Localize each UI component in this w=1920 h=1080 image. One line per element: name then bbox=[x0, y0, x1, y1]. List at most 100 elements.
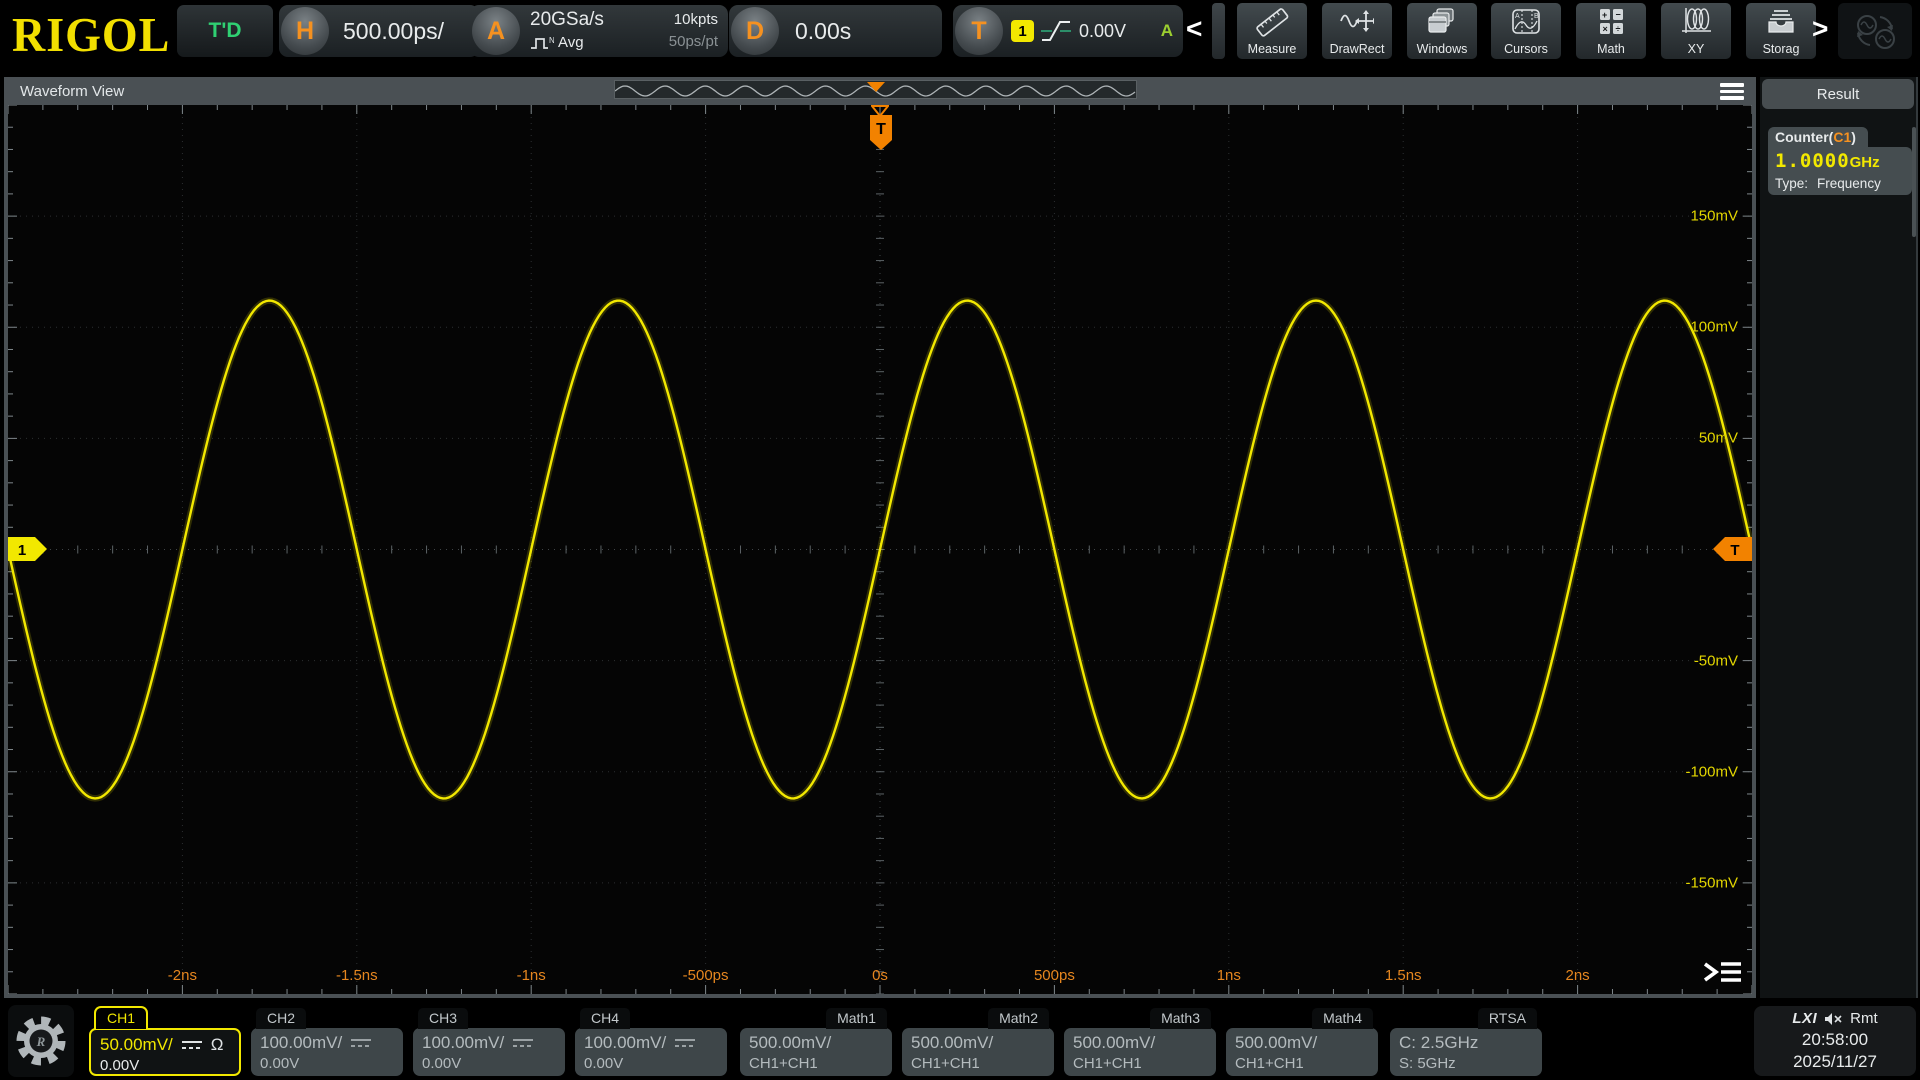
horizontal-scale-value: 500.00ps/ bbox=[343, 17, 445, 44]
svg-text:T: T bbox=[1730, 542, 1739, 559]
channel-scale: 50.00mV/ bbox=[100, 1035, 173, 1054]
math-source: CH1+CH1 bbox=[911, 1055, 980, 1072]
dc-coupling-icon bbox=[181, 1040, 202, 1049]
counter-unit: GHz bbox=[1849, 154, 1880, 171]
channel-scale: 100.00mV/ bbox=[422, 1033, 505, 1052]
horizontal-settings-group[interactable]: H 500.00ps/ bbox=[279, 5, 479, 57]
channel-tile-ch4[interactable]: CH4 100.00mV/ 0.00V bbox=[575, 1008, 727, 1076]
svg-text:−: − bbox=[1616, 10, 1621, 20]
memory-depth-value: 10kpts bbox=[673, 11, 718, 28]
sync-disabled-button bbox=[1838, 3, 1912, 59]
clock-date: 2025/11/27 bbox=[1793, 1052, 1877, 1071]
acquire-mode-label: Avg bbox=[558, 34, 584, 51]
math-source: CH1+CH1 bbox=[1235, 1055, 1304, 1072]
counter-result-card[interactable]: Counter(C1) 1.0000GHz Type: Frequency bbox=[1768, 127, 1912, 195]
counter-source: C1 bbox=[1833, 129, 1852, 145]
result-panel-scrollbar[interactable] bbox=[1912, 127, 1916, 237]
cursors-ab-icon: A B bbox=[1512, 9, 1540, 34]
impedance-label: Ω bbox=[210, 1035, 224, 1054]
hamburger-menu-icon[interactable] bbox=[1720, 83, 1744, 103]
toolbar-measure-button[interactable]: Measure bbox=[1237, 3, 1307, 59]
channel-scale: 100.00mV/ bbox=[260, 1033, 343, 1052]
trigger-knob-button[interactable]: T bbox=[955, 7, 1003, 55]
math-tile-math1[interactable]: Math1 500.00mV/ CH1+CH1 bbox=[740, 1008, 892, 1076]
result-panel: Result Counter(C1) 1.0000GHz Type: Frequ… bbox=[1760, 77, 1918, 998]
math-tab: Math1 bbox=[826, 1008, 887, 1029]
result-header: Result bbox=[1762, 79, 1914, 109]
rtsa-span: S: 5GHz bbox=[1399, 1055, 1456, 1072]
dc-coupling-icon bbox=[351, 1038, 372, 1047]
toolbar-xy-button[interactable]: XY bbox=[1661, 3, 1731, 59]
toolbar-label: DrawRect bbox=[1329, 42, 1385, 56]
trigger-coupling-value: A bbox=[1160, 21, 1173, 40]
ruler-icon bbox=[1256, 8, 1289, 37]
rigol-logo: RIGOL bbox=[12, 7, 171, 62]
status-tile: LXI Rmt 20:58:00 2025/11/27 bbox=[1754, 1006, 1916, 1076]
channel-scale: 100.00mV/ bbox=[584, 1033, 667, 1052]
math-tab: Math2 bbox=[988, 1008, 1049, 1029]
toolbar-math-button[interactable]: + − × ÷ Math bbox=[1576, 3, 1646, 59]
toolbar-scroll-left[interactable]: < bbox=[1186, 13, 1202, 45]
toolbar-label: Storag bbox=[1762, 42, 1800, 56]
storage-box-icon bbox=[1768, 10, 1794, 33]
lissajous-icon bbox=[1682, 8, 1711, 33]
counter-type-label: Type: bbox=[1775, 176, 1809, 191]
channel-tab: CH2 bbox=[256, 1008, 307, 1029]
remote-indicator: Rmt bbox=[1850, 1010, 1878, 1027]
channel-offset: 0.00V bbox=[100, 1057, 140, 1074]
channel-tile-ch1[interactable]: CH1 50.00mV/ Ω 0.00V bbox=[89, 1006, 241, 1076]
toolbar-windows-button[interactable]: Windows bbox=[1407, 3, 1477, 59]
math-source: CH1+CH1 bbox=[749, 1055, 818, 1072]
grid-svg bbox=[8, 105, 1752, 994]
channel1-marker[interactable]: 1 bbox=[8, 536, 48, 562]
trigger-flag[interactable]: T bbox=[869, 115, 893, 151]
gear-icon: R bbox=[16, 1016, 66, 1066]
svg-text:R: R bbox=[36, 1034, 46, 1049]
rtsa-tile[interactable]: RTSA C: 2.5GHz S: 5GHz bbox=[1390, 1008, 1542, 1076]
channel-offset: 0.00V bbox=[422, 1055, 462, 1072]
toolbar-drawrect-button[interactable]: DrawRect bbox=[1322, 3, 1392, 59]
trigger-status-button[interactable]: T'D bbox=[177, 5, 273, 57]
grid-menu-icon[interactable] bbox=[1702, 958, 1744, 986]
system-settings-button[interactable]: R bbox=[8, 1005, 74, 1077]
toolbar-cursors-button[interactable]: A B Cursors bbox=[1491, 3, 1561, 59]
toolbar-label: XY bbox=[1687, 42, 1705, 56]
waveform-header: Waveform View bbox=[4, 77, 1756, 105]
svg-text:A: A bbox=[1515, 13, 1520, 20]
resolution-value: 50ps/pt bbox=[668, 33, 718, 50]
waveform-view-title: Waveform View bbox=[20, 82, 125, 100]
trigger-level-marker[interactable]: T bbox=[1712, 536, 1752, 562]
channel-tile-ch2[interactable]: CH2 100.00mV/ 0.00V bbox=[251, 1008, 403, 1076]
trigger-level-value: 0.00V bbox=[1079, 20, 1127, 41]
waveform-grid[interactable]: -2ns -1.5ns -1ns -500ps 0s 500ps 1ns 1.5ns 2ns 1… bbox=[8, 105, 1752, 994]
delay-value: 0.00s bbox=[795, 17, 852, 44]
math-tab: Math4 bbox=[1312, 1008, 1373, 1029]
toolbar-scroll-right[interactable]: > bbox=[1812, 13, 1828, 45]
svg-text:×: × bbox=[1603, 24, 1608, 34]
channel-tab: CH1 bbox=[94, 1006, 149, 1029]
math-tab: Math3 bbox=[1150, 1008, 1211, 1029]
math-scale: 500.00mV/ bbox=[749, 1033, 832, 1052]
acquire-knob-button[interactable]: A bbox=[472, 7, 520, 55]
math-tile-math4[interactable]: Math4 500.00mV/ CH1+CH1 bbox=[1226, 1008, 1378, 1076]
toolbar-label: Windows bbox=[1416, 42, 1468, 56]
svg-text:÷: ÷ bbox=[1616, 24, 1621, 34]
channel-tile-ch3[interactable]: CH3 100.00mV/ 0.00V bbox=[413, 1008, 565, 1076]
trigger-settings-group[interactable]: T 1 0.00V A bbox=[953, 5, 1183, 57]
math-source: CH1+CH1 bbox=[1073, 1055, 1142, 1072]
acquisition-settings-group[interactable]: A 20GSa/s N Avg 10kpts 50ps/pt bbox=[470, 5, 728, 57]
lxi-logo: LXI bbox=[1792, 1010, 1818, 1027]
math-tile-math2[interactable]: Math2 500.00mV/ CH1+CH1 bbox=[902, 1008, 1054, 1076]
channel-tab: CH4 bbox=[580, 1008, 631, 1029]
delay-knob-button[interactable]: D bbox=[731, 7, 779, 55]
acquisition-overview-strip[interactable] bbox=[614, 80, 1137, 99]
wave-move-icon bbox=[1340, 10, 1374, 32]
delay-settings-group[interactable]: D 0.00s bbox=[729, 5, 942, 57]
toolbar-label: Cursors bbox=[1504, 42, 1548, 56]
trigger-source-badge[interactable]: 1 bbox=[1011, 20, 1034, 42]
counter-digits: 1.0000 bbox=[1775, 150, 1850, 172]
toolbar-storage-button[interactable]: Storag bbox=[1746, 3, 1816, 59]
avg-icon: N bbox=[531, 36, 554, 49]
math-tile-math3[interactable]: Math3 500.00mV/ CH1+CH1 bbox=[1064, 1008, 1216, 1076]
horizontal-knob-button[interactable]: H bbox=[281, 7, 329, 55]
